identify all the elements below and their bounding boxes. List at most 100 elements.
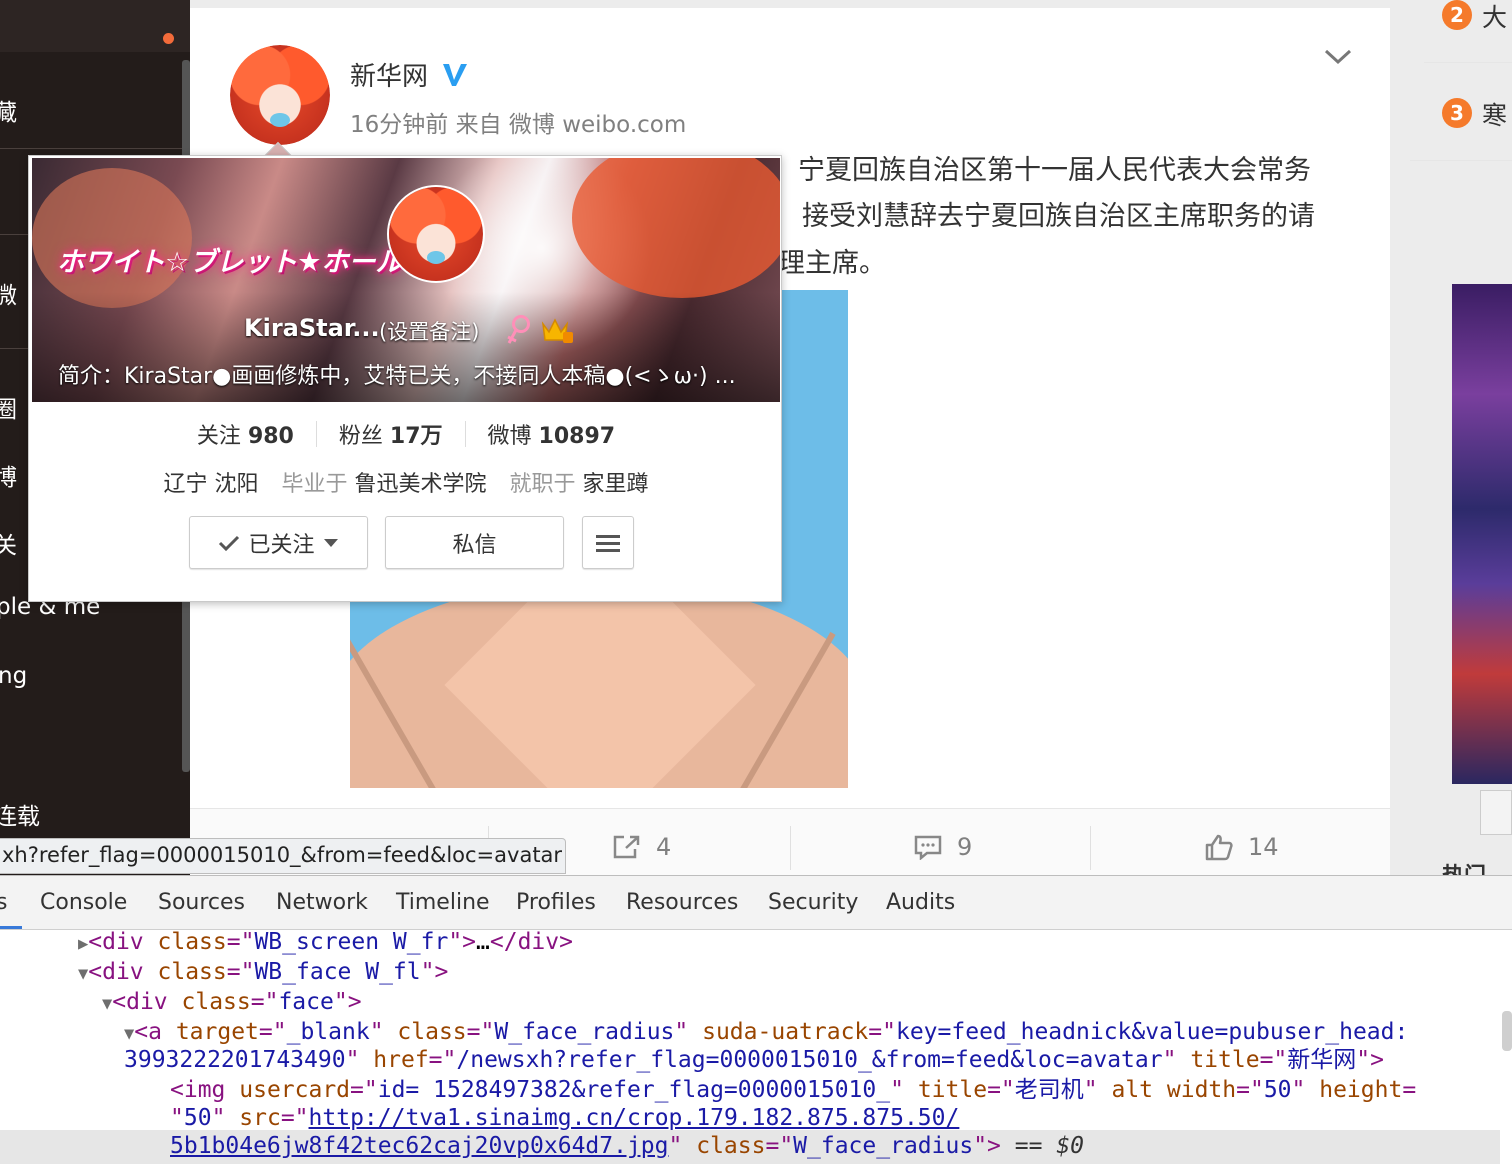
sidebar-item-blog[interactable]: 博 xyxy=(0,458,17,492)
set-remark-link[interactable]: (设置备注) xyxy=(379,316,479,346)
user-school: 鲁迅美术学院 xyxy=(354,472,487,497)
like-button[interactable]: 14 xyxy=(1204,833,1279,861)
collapse-triangle-icon[interactable]: ▼ xyxy=(102,994,112,1014)
sidebar-item-circle[interactable]: 圈 xyxy=(0,390,17,424)
post-text-line: 接受刘慧辞去宁夏回族自治区主席职务的请 xyxy=(802,201,1315,232)
attr-value: WB_screen W_fr xyxy=(254,930,449,955)
stat-following[interactable]: 关注 980 xyxy=(175,418,316,450)
collapse-triangle-icon[interactable]: ▼ xyxy=(78,964,88,984)
sidebar-item-favorites[interactable]: 藏 xyxy=(0,93,17,127)
image-src-link[interactable]: http://tva1.sinaimg.cn/crop.179.182.875.… xyxy=(309,1105,960,1131)
stat-value: 980 xyxy=(247,424,294,449)
tab-resources[interactable]: Resources xyxy=(626,890,738,915)
scroll-top-button[interactable] xyxy=(1480,790,1512,835)
sidebar-item-serial[interactable]: 连载 xyxy=(0,797,40,831)
stat-posts[interactable]: 微博 10897 xyxy=(466,418,638,450)
attr-value: face xyxy=(278,989,334,1015)
sidebar-header xyxy=(0,0,190,52)
caret-down-icon xyxy=(323,538,338,547)
like-count: 14 xyxy=(1248,833,1279,861)
dom-node[interactable]: ▼<div class="face"> xyxy=(102,988,362,1018)
message-label: 私信 xyxy=(452,532,497,558)
hot-item[interactable]: 大 xyxy=(1482,0,1507,34)
female-icon xyxy=(507,315,530,344)
hot-item[interactable]: 寒 xyxy=(1482,96,1507,132)
devtools-panel: s Console Sources Network Timeline Profi… xyxy=(0,875,1512,1164)
dom-node[interactable]: ▼<a target="_blank" class="W_face_radius… xyxy=(124,1018,1408,1048)
hot-topics-title: 热门 xyxy=(1442,858,1486,875)
follow-status-label: 已关注 xyxy=(248,532,315,558)
right-column: 2 大 3 寒 热门 xyxy=(1408,0,1512,875)
rank-badge: 2 xyxy=(1442,0,1472,30)
sidebar-item-weibo[interactable]: 微 xyxy=(0,276,17,310)
attr-value: key=feed_headnick&value=pubuser_head: xyxy=(895,1019,1409,1045)
dom-node-selected[interactable]: <img usercard="id= 1528497382&refer_flag… xyxy=(170,1076,1416,1104)
author-avatar[interactable] xyxy=(230,45,330,145)
dom-tree: ▶<div class="WB_screen W_fr">…</div> ▼<d… xyxy=(0,930,1500,1164)
check-icon xyxy=(219,535,240,551)
comment-button[interactable]: 9 xyxy=(913,833,972,861)
stat-label: 关注 xyxy=(196,424,241,449)
user-job: 家里蹲 xyxy=(582,472,649,497)
attr-value: /newsxh?refer_flag=0000015010_&from=feed… xyxy=(456,1047,1163,1073)
divider xyxy=(1424,62,1512,63)
forward-count: 4 xyxy=(656,833,672,861)
comment-icon xyxy=(914,835,942,860)
avatar-image xyxy=(230,45,330,145)
menu-icon xyxy=(596,534,620,552)
image-src-link[interactable]: 5b1b04e6jw8f42tec62caj20vp0x64d7.jpg xyxy=(170,1133,669,1159)
dom-node-continuation: 3993222201743490" href="/newsxh?refer_fl… xyxy=(124,1047,1384,1073)
user-info: 辽宁 沈阳 毕业于 鲁迅美术学院 就职于 家里蹲 xyxy=(29,466,783,498)
user-bio: 简介：KiraStar●画画修炼中，艾特已关，不接同人本稿●(<ゝω·) ... xyxy=(58,364,736,389)
attr-value: 3993222201743490 xyxy=(124,1047,346,1073)
job-label: 就职于 xyxy=(509,472,576,497)
tab-profiles[interactable]: Profiles xyxy=(516,890,596,915)
devtools-tabbar: s Console Sources Network Timeline Profi… xyxy=(0,876,1512,930)
tab-timeline[interactable]: Timeline xyxy=(396,890,490,915)
follow-status-button[interactable]: 已关注 xyxy=(189,516,368,569)
attr-value: W_face_radius xyxy=(793,1133,974,1159)
attr-value: WB_face W_fl xyxy=(254,959,421,985)
notification-dot xyxy=(163,33,174,44)
forward-button[interactable]: 4 xyxy=(612,833,671,861)
sidebar-item-follow[interactable]: 关 xyxy=(0,526,17,560)
dom-node-continuation: 5b1b04e6jw8f42tec62caj20vp0x64d7.jpg" cl… xyxy=(170,1133,1085,1159)
stat-label: 微博 xyxy=(487,424,532,449)
message-button[interactable]: 私信 xyxy=(385,516,564,569)
sidebar-divider xyxy=(0,148,190,149)
user-cover-image: ホワイト☆ブレット★ホール KiraStar... (设置备注) 简介：Kira… xyxy=(32,158,780,402)
tab-elements[interactable]: s xyxy=(0,890,7,915)
attr-value: 老司机 xyxy=(1014,1077,1084,1103)
more-menu-button[interactable] xyxy=(582,516,634,569)
cover-shape xyxy=(32,168,192,308)
chevron-down-icon[interactable] xyxy=(1323,46,1353,68)
dom-node[interactable]: ▶<div class="WB_screen W_fr">…</div> xyxy=(78,930,573,958)
stat-label: 粉丝 xyxy=(338,424,383,449)
stat-value: 17万 xyxy=(389,424,443,449)
devtools-scrollbar[interactable] xyxy=(1502,1011,1512,1051)
link-status-bar: xh?refer_flag=0000015010_&from=feed&loc=… xyxy=(0,838,566,874)
tab-sources[interactable]: Sources xyxy=(158,890,245,915)
tab-audits[interactable]: Audits xyxy=(886,890,955,915)
user-name[interactable]: KiraStar... xyxy=(244,314,380,342)
dom-node[interactable]: ▼<div class="WB_face W_fl"> xyxy=(78,958,448,988)
post-text-line: 宁夏回族自治区第十一届人民代表大会常务 xyxy=(798,155,1311,186)
tab-console[interactable]: Console xyxy=(40,890,127,915)
attr-value: id= 1528497382&refer_flag=0000015010_ xyxy=(377,1077,891,1103)
dom-node-continuation: "50" src="http://tva1.sinaimg.cn/crop.17… xyxy=(170,1105,960,1131)
rank-badge: 3 xyxy=(1442,98,1472,128)
cover-logo-text: ホワイト☆ブレット★ホール xyxy=(57,247,403,278)
expand-triangle-icon[interactable]: ▶ xyxy=(78,934,88,954)
promo-image[interactable] xyxy=(1452,284,1512,784)
sidebar-item-ng[interactable]: ng xyxy=(0,663,27,689)
tab-network[interactable]: Network xyxy=(276,890,368,915)
stat-followers[interactable]: 粉丝 17万 xyxy=(317,418,465,450)
collapse-triangle-icon[interactable]: ▼ xyxy=(124,1024,134,1044)
member-crown-icon[interactable] xyxy=(540,314,574,344)
user-avatar[interactable] xyxy=(387,185,485,283)
attr-value: _blank xyxy=(286,1019,370,1045)
author-name[interactable]: 新华网 xyxy=(350,56,428,93)
comment-count: 9 xyxy=(957,833,973,861)
attr-value: 50 xyxy=(1263,1077,1292,1103)
tab-security[interactable]: Security xyxy=(768,890,858,915)
